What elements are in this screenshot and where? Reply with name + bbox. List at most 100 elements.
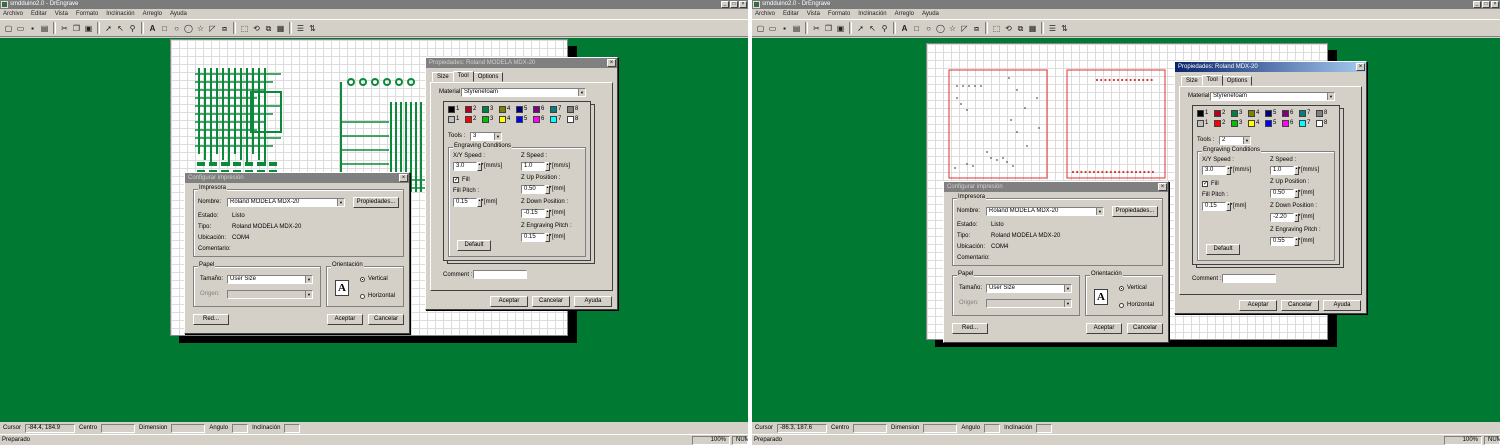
edit-node-icon[interactable]: ↖: [115, 23, 126, 34]
menu-arreglo[interactable]: Arreglo: [895, 9, 914, 19]
tool-color-swatch-2[interactable]: [465, 106, 472, 113]
tool-color-swatch-alt-7[interactable]: [1299, 120, 1306, 127]
menu-inclinacion[interactable]: Inclinación: [106, 9, 134, 19]
tool-color-swatch-alt-3[interactable]: [1231, 120, 1238, 127]
paper-source-select[interactable]: ▼: [986, 299, 1072, 308]
paper-source-select[interactable]: ▼: [227, 290, 313, 299]
z-down-input[interactable]: -2.20: [1270, 213, 1294, 222]
tool-color-swatch-alt-4[interactable]: [499, 116, 506, 123]
tab-tool[interactable]: Tool: [452, 71, 474, 82]
print-cancel-button[interactable]: Cancelar: [368, 314, 404, 325]
mirror-icon[interactable]: ⬚: [239, 23, 250, 34]
z-up-input[interactable]: 0.50: [1270, 189, 1294, 198]
mirror-icon[interactable]: ⬚: [991, 23, 1002, 34]
align-icon[interactable]: ☰: [295, 23, 306, 34]
text-tool-icon[interactable]: A: [147, 23, 158, 34]
tool-color-swatch-alt-2[interactable]: [465, 116, 472, 123]
menu-archivo[interactable]: Archivo: [3, 9, 23, 19]
tool-color-swatch-3[interactable]: [1231, 110, 1238, 117]
line-tool-icon[interactable]: ◸: [959, 23, 970, 34]
paste-icon[interactable]: ▣: [83, 23, 94, 34]
z-up-spinner[interactable]: ▲▼: [1294, 189, 1301, 198]
tool-color-swatch-2[interactable]: [1214, 110, 1221, 117]
portrait-radio[interactable]: [360, 277, 365, 282]
new-file-icon[interactable]: ▢: [3, 23, 14, 34]
print-ok-button[interactable]: Aceptar: [1086, 323, 1122, 334]
tool-color-swatch-1[interactable]: [448, 106, 455, 113]
menu-vista[interactable]: Vista: [55, 9, 68, 19]
print-icon[interactable]: ▤: [39, 23, 50, 34]
z-speed-spinner[interactable]: ▲▼: [545, 162, 552, 171]
save-icon[interactable]: ▪: [779, 23, 790, 34]
edit-node-icon[interactable]: ↖: [867, 23, 878, 34]
tool-color-swatch-alt-6[interactable]: [533, 116, 540, 123]
network-button[interactable]: Red...: [952, 323, 988, 334]
cut-icon[interactable]: ✂: [811, 23, 822, 34]
tool-color-swatch-7[interactable]: [1299, 110, 1306, 117]
properties-dialog-title-bar[interactable]: Propiedades: Roland MODELA MDX-20 ×: [426, 58, 617, 68]
close-button[interactable]: ×: [1491, 1, 1499, 8]
open-folder-icon[interactable]: ▭: [767, 23, 778, 34]
paper-size-select[interactable]: User Size ▼: [986, 284, 1072, 293]
fill-pitch-spinner[interactable]: ▲▼: [477, 198, 484, 207]
tools-select[interactable]: 2 ▼: [1219, 136, 1251, 145]
printer-name-select[interactable]: Roland MODELA MDX-20 ▼: [986, 207, 1104, 216]
group-icon[interactable]: ⧉: [1015, 23, 1026, 34]
tool-color-swatch-5[interactable]: [1265, 110, 1272, 117]
xy-speed-spinner[interactable]: ▲▼: [477, 162, 484, 171]
tool-color-swatch-6[interactable]: [1282, 110, 1289, 117]
rectangle-tool-icon[interactable]: □: [911, 23, 922, 34]
z-down-spinner[interactable]: ▲▼: [545, 209, 552, 218]
z-up-spinner[interactable]: ▲▼: [545, 185, 552, 194]
print-ok-button[interactable]: Aceptar: [327, 314, 363, 325]
paste-icon[interactable]: ▣: [835, 23, 846, 34]
landscape-radio[interactable]: [360, 294, 365, 299]
cut-icon[interactable]: ✂: [59, 23, 70, 34]
z-speed-input[interactable]: 1.0: [1270, 166, 1294, 175]
properties-button[interactable]: Propiedades...: [1112, 206, 1158, 217]
menu-ayuda[interactable]: Ayuda: [922, 9, 939, 19]
tool-color-swatch-alt-4[interactable]: [1248, 120, 1255, 127]
comment-input[interactable]: [1222, 274, 1276, 283]
fill-checkbox[interactable]: ✓: [1202, 181, 1208, 187]
z-pitch-input[interactable]: 0.15: [521, 233, 545, 242]
tool-color-swatch-8[interactable]: [1316, 110, 1323, 117]
z-speed-spinner[interactable]: ▲▼: [1294, 166, 1301, 175]
window-title-bar[interactable]: smdduino2.0 - DrEngrave _ □ ×: [0, 0, 748, 9]
ungroup-icon[interactable]: ▦: [1027, 23, 1038, 34]
tool-color-swatch-6[interactable]: [533, 106, 540, 113]
material-select[interactable]: Styrenefoam ▼: [1210, 92, 1335, 101]
fill-pitch-input[interactable]: 0.15: [453, 198, 477, 207]
open-folder-icon[interactable]: ▭: [15, 23, 26, 34]
menu-editar[interactable]: Editar: [31, 9, 47, 19]
tools-select[interactable]: 3 ▼: [470, 132, 502, 141]
properties-button[interactable]: Propiedades...: [353, 197, 399, 208]
xy-speed-spinner[interactable]: ▲▼: [1226, 166, 1233, 175]
circle-tool-icon[interactable]: ◯: [183, 23, 194, 34]
fill-pitch-spinner[interactable]: ▲▼: [1226, 202, 1233, 211]
close-icon[interactable]: ×: [1158, 183, 1167, 191]
copy-icon[interactable]: ❐: [823, 23, 834, 34]
xy-speed-input[interactable]: 3.0: [453, 162, 477, 171]
text-box-icon[interactable]: ⧈: [219, 23, 230, 34]
tool-color-swatch-alt-5[interactable]: [516, 116, 523, 123]
tool-color-swatch-alt-8[interactable]: [1316, 120, 1323, 127]
save-icon[interactable]: ▪: [27, 23, 38, 34]
rotate-icon[interactable]: ⟲: [1003, 23, 1014, 34]
circle-tool-icon[interactable]: ◯: [935, 23, 946, 34]
menu-editar[interactable]: Editar: [783, 9, 799, 19]
fill-checkbox[interactable]: ✓: [453, 177, 459, 183]
properties-cancel-button[interactable]: Cancelar: [532, 296, 570, 307]
comment-input[interactable]: [473, 270, 527, 279]
star-tool-icon[interactable]: ☆: [947, 23, 958, 34]
zoom-icon[interactable]: ⚲: [127, 23, 138, 34]
z-down-spinner[interactable]: ▲▼: [1294, 213, 1301, 222]
menu-formato[interactable]: Formato: [828, 9, 850, 19]
menu-arreglo[interactable]: Arreglo: [143, 9, 162, 19]
tab-size[interactable]: Size: [1181, 76, 1203, 86]
menu-vista[interactable]: Vista: [807, 9, 820, 19]
line-tool-icon[interactable]: ◸: [207, 23, 218, 34]
tool-color-swatch-alt-5[interactable]: [1265, 120, 1272, 127]
tool-color-swatch-4[interactable]: [1248, 110, 1255, 117]
print-icon[interactable]: ▤: [791, 23, 802, 34]
